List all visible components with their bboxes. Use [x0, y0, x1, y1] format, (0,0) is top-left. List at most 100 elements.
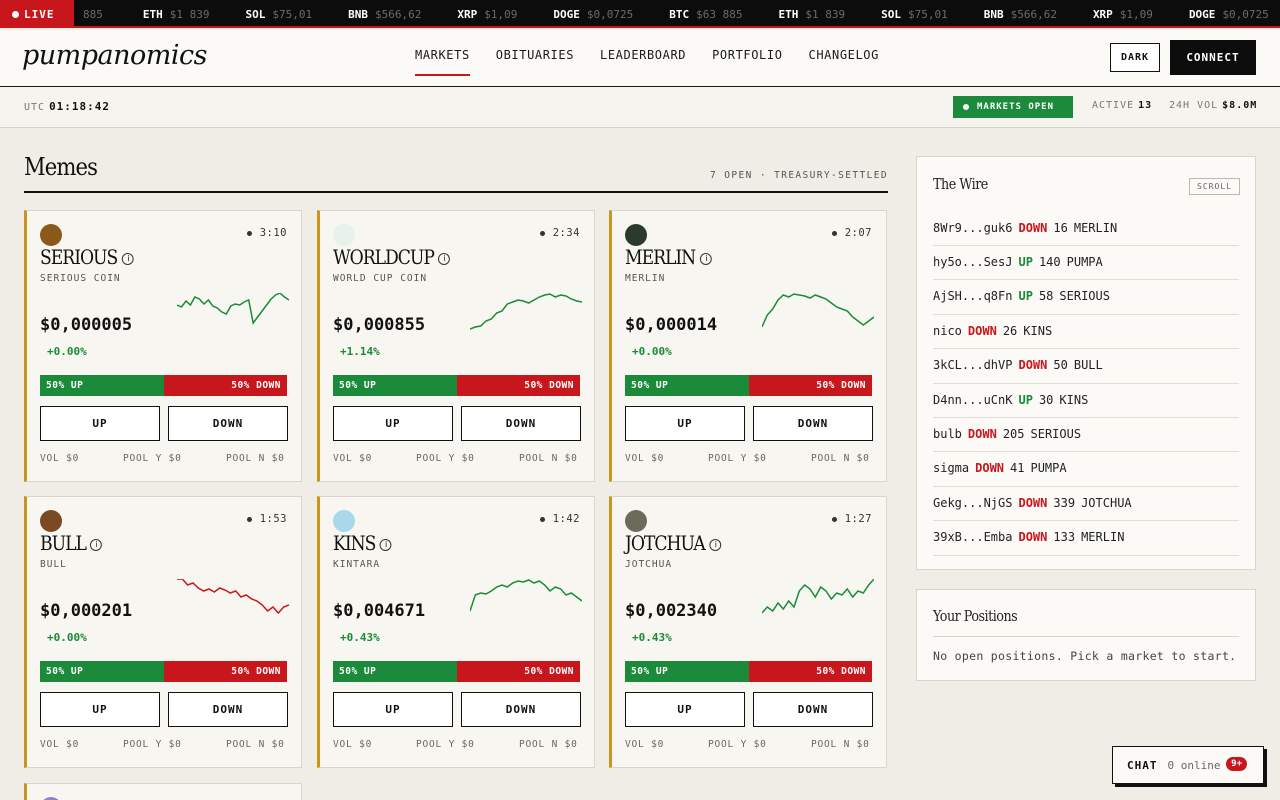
- info-icon[interactable]: i: [438, 253, 451, 265]
- market-card-merlin[interactable]: 2:07 MERLIN i MERLIN $0,000014 +0.00% 50% UP 50…: [609, 210, 887, 482]
- nav-obituaries[interactable]: OBITUARIES: [496, 48, 574, 76]
- coin-price: $0,000014: [625, 315, 718, 335]
- pool-no-stat: POOL N $0: [519, 453, 578, 464]
- main-nav: MARKETS OBITUARIES LEADERBOARD PORTFOLIO…: [415, 48, 905, 76]
- wire-coin: SERIOUS: [1030, 426, 1082, 441]
- site-logo[interactable]: pumpanomics: [22, 40, 208, 71]
- price-sparkline: [762, 579, 874, 614]
- bet-up-button[interactable]: UP: [625, 406, 745, 441]
- down-share: 50% DOWN: [456, 661, 580, 682]
- ticker-item: ETH $1 839: [778, 8, 845, 21]
- markets-open-badge: MARKETS OPEN: [953, 96, 1073, 118]
- coin-name: WORLDCUP i: [333, 245, 451, 269]
- ticker-price: $566,62: [375, 7, 422, 21]
- nav-changelog[interactable]: CHANGELOG: [809, 48, 879, 76]
- wire-coin: JOTCHUA: [1081, 495, 1132, 510]
- market-card-kins[interactable]: 1:42 KINS i KINTARA $0,004671 +0.43% 50% UP 50%…: [317, 496, 595, 768]
- wire-row: sigma DOWN 41 PUMPA: [933, 453, 1239, 487]
- positions-panel: Your Positions No open positions. Pick a…: [916, 589, 1256, 681]
- market-card-serious[interactable]: 3:10 SERIOUS i SERIOUS COIN $0,000005 +0.00% 5…: [24, 210, 302, 482]
- timer-value: 1:53: [259, 513, 287, 525]
- wire-direction: DOWN: [1018, 220, 1048, 235]
- bet-down-button[interactable]: DOWN: [168, 406, 288, 441]
- wire-panel: The Wire SCROLL 8Wr9...guk6 DOWN 16 MERLIN h…: [916, 156, 1256, 570]
- wire-direction: UP: [1018, 254, 1033, 269]
- market-card-worldcup[interactable]: 2:34 WORLDCUP i WORLD CUP COIN $0,000855 +1.1…: [317, 210, 595, 482]
- coin-price: $0,002340: [625, 601, 718, 621]
- market-card-bull[interactable]: 1:53 BULL i BULL $0,000201 +0.00% 50% UP 50% DO…: [24, 496, 302, 768]
- coin-avatar: [40, 510, 62, 532]
- wire-row: bulb DOWN 205 SERIOUS: [933, 418, 1239, 453]
- live-label: LIVE: [24, 7, 55, 21]
- nav-markets[interactable]: MARKETS: [415, 48, 470, 76]
- utc-label: UTC: [24, 102, 46, 113]
- vol-label: 24H VOL: [1169, 100, 1219, 111]
- ticker-item: ETH $1 839: [143, 8, 210, 21]
- wire-user: 8Wr9...guk6: [933, 220, 1013, 235]
- wire-user: 3kCL...dhVP: [933, 358, 1013, 373]
- wire-row: D4nn...uCnK UP 30 KINS: [933, 384, 1239, 418]
- ticker-item: DOGE $0,0725: [553, 8, 633, 21]
- coin-price: $0,000855: [333, 315, 426, 335]
- pool-no-stat: POOL N $0: [811, 453, 870, 464]
- ticker-price: $566,62: [1010, 7, 1057, 21]
- wire-direction: DOWN: [1018, 495, 1048, 510]
- bet-up-button[interactable]: UP: [333, 406, 453, 441]
- nav-portfolio[interactable]: PORTFOLIO: [712, 48, 782, 76]
- pool-yes-stat: POOL Y $0: [416, 453, 475, 464]
- market-card-partial[interactable]: [24, 783, 302, 800]
- coin-price: $0,004671: [333, 601, 426, 621]
- connect-wallet-button[interactable]: CONNECT: [1170, 40, 1256, 75]
- pool-yes-stat: POOL Y $0: [123, 453, 182, 464]
- bet-up-button[interactable]: UP: [625, 692, 745, 727]
- wire-amount: 16: [1053, 220, 1068, 235]
- down-share: 50% DOWN: [748, 661, 872, 682]
- ticker-symbol: DOGE: [553, 7, 580, 21]
- ticker-symbol: BTC: [669, 7, 690, 21]
- bet-down-button[interactable]: DOWN: [753, 406, 873, 441]
- chat-unread-badge: 9+: [1226, 757, 1247, 771]
- bet-up-button[interactable]: UP: [40, 406, 160, 441]
- coin-fullname: JOTCHUA: [625, 559, 673, 570]
- utc-time: 01:18:42: [49, 100, 111, 113]
- wire-direction: DOWN: [1018, 530, 1048, 545]
- ticker-symbol: BNB: [983, 7, 1004, 21]
- pool-yes-stat: POOL Y $0: [708, 739, 767, 750]
- bet-up-button[interactable]: UP: [333, 692, 453, 727]
- timer-dot-icon: [831, 230, 837, 236]
- coin-avatar: [333, 224, 355, 246]
- ticker-symbol: SOL: [881, 7, 901, 21]
- info-icon[interactable]: i: [121, 253, 134, 265]
- sentiment-split-bar: 50% UP 50% DOWN: [40, 661, 287, 682]
- info-icon[interactable]: i: [699, 253, 712, 265]
- volume-stat: VOL $0: [625, 453, 665, 464]
- price-sparkline: [177, 579, 289, 615]
- status-dot-icon: [963, 104, 969, 110]
- round-timer: 3:10: [246, 227, 287, 239]
- wire-coin: SERIOUS: [1059, 289, 1110, 304]
- bet-down-button[interactable]: DOWN: [753, 692, 873, 727]
- market-card-jotchua[interactable]: 1:27 JOTCHUA i JOTCHUA $0,002340 +0.43% 50% UP…: [609, 496, 887, 768]
- memes-divider: [24, 191, 888, 193]
- wire-coin: PUMPA: [1030, 461, 1067, 476]
- info-icon[interactable]: i: [90, 539, 103, 551]
- dark-mode-button[interactable]: DARK: [1110, 43, 1160, 72]
- wire-scroll-button[interactable]: SCROLL: [1189, 178, 1240, 195]
- timer-value: 2:07: [844, 227, 872, 239]
- info-icon[interactable]: i: [379, 539, 392, 551]
- nav-leaderboard[interactable]: LEADERBOARD: [600, 48, 686, 76]
- coin-avatar: [333, 510, 355, 532]
- round-timer: 2:34: [539, 227, 580, 239]
- bet-down-button[interactable]: DOWN: [461, 406, 581, 441]
- bet-up-button[interactable]: UP: [40, 692, 160, 727]
- ticker-symbol: BNB: [348, 7, 368, 21]
- chat-label: CHAT: [1127, 758, 1158, 772]
- round-timer: 2:07: [831, 227, 872, 239]
- pool-yes-stat: POOL Y $0: [123, 739, 182, 750]
- memes-meta: 7 OPEN · TREASURY-SETTLED: [710, 170, 888, 181]
- chat-button[interactable]: CHAT 0 online 9+: [1112, 746, 1264, 784]
- info-icon[interactable]: i: [709, 539, 722, 551]
- bet-down-button[interactable]: DOWN: [461, 692, 581, 727]
- ticker-symbol: XRP: [457, 7, 478, 21]
- bet-down-button[interactable]: DOWN: [168, 692, 288, 727]
